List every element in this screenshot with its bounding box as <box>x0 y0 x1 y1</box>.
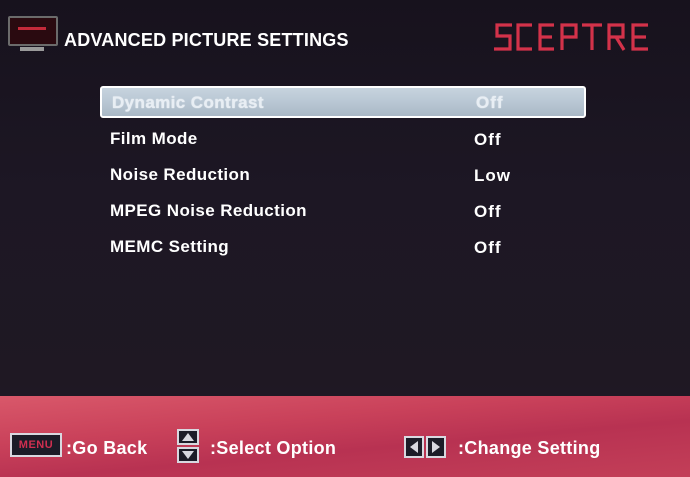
menu-item-film-mode[interactable]: Film Mode Off <box>100 122 586 158</box>
menu-item-noise-reduction[interactable]: Noise Reduction Low <box>100 158 586 194</box>
down-arrow-icon <box>177 447 199 463</box>
page-title: ADVANCED PICTURE SETTINGS <box>64 30 349 50</box>
menu-item-memc-setting[interactable]: MEMC Setting Off <box>100 230 586 266</box>
menu-item-value: Off <box>474 130 502 149</box>
menu-item-value: Off <box>474 238 502 257</box>
menu-key-icon[interactable]: MENU <box>10 433 62 457</box>
up-down-arrows-icon[interactable] <box>177 429 199 463</box>
menu-item-value: Off <box>476 93 504 112</box>
menu-item-label: MEMC Setting <box>110 237 230 256</box>
hint-bar: MENU :Go Back :Select Option :Change Set… <box>0 396 690 477</box>
tv-osd-screen: ADVANCED PICTURE SETTINGS Dynamic Contra… <box>0 0 690 477</box>
header: ADVANCED PICTURE SETTINGS <box>0 0 690 75</box>
select-option-hint: :Select Option <box>210 438 337 458</box>
settings-menu: Dynamic Contrast Off Film Mode Off Noise… <box>100 86 586 266</box>
left-arrow-icon <box>404 436 424 458</box>
right-arrow-icon <box>426 436 446 458</box>
left-right-arrows-icon[interactable] <box>404 436 446 458</box>
menu-item-value: Low <box>474 166 511 185</box>
change-setting-hint: :Change Setting <box>458 438 601 458</box>
menu-item-label: MPEG Noise Reduction <box>110 201 307 220</box>
menu-item-label: Film Mode <box>110 129 198 148</box>
tv-icon <box>6 14 58 54</box>
up-arrow-icon <box>177 429 199 445</box>
menu-item-mpeg-noise-reduction[interactable]: MPEG Noise Reduction Off <box>100 194 586 230</box>
menu-item-label: Dynamic Contrast <box>112 93 264 112</box>
brand-logo <box>494 23 648 51</box>
menu-item-dynamic-contrast[interactable]: Dynamic Contrast Off <box>100 86 586 118</box>
menu-item-label: Noise Reduction <box>110 165 251 184</box>
menu-item-value: Off <box>474 202 502 221</box>
go-back-hint: :Go Back <box>66 438 148 458</box>
